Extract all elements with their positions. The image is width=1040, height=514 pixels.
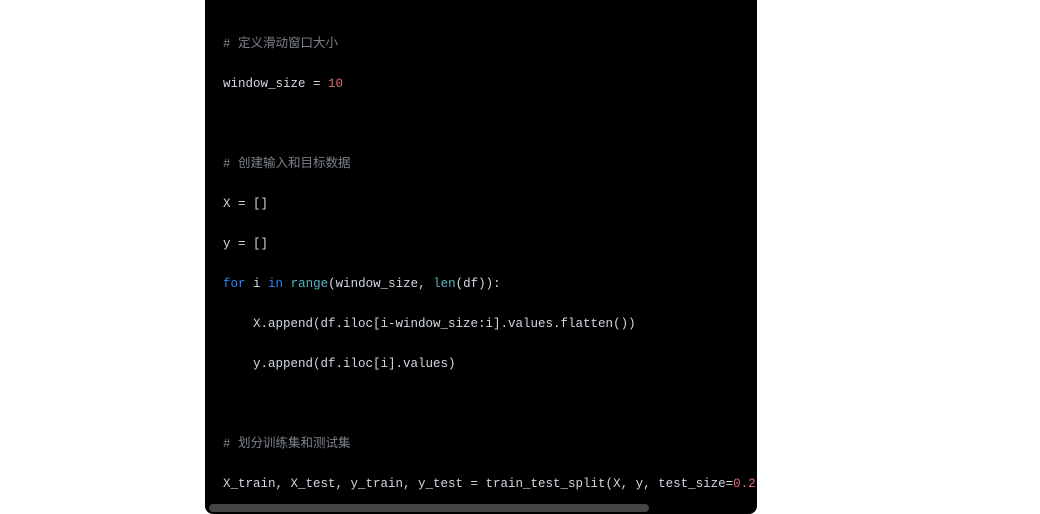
- code-number: 10: [328, 77, 343, 91]
- code-token: X.append(df.iloc[i-window_size:i].values…: [223, 317, 636, 331]
- code-token: [283, 277, 291, 291]
- horizontal-scrollbar[interactable]: [209, 504, 649, 512]
- code-comment: # 创建输入和目标数据: [223, 157, 351, 171]
- code-token: y.append(df.iloc[i].values): [223, 357, 456, 371]
- code-number: 0.2: [733, 477, 756, 491]
- code-keyword: for: [223, 277, 246, 291]
- code-token: (window_size,: [328, 277, 433, 291]
- code-token: (df)):: [456, 277, 501, 291]
- code-token: , ran: [756, 477, 757, 491]
- code-token: X_train, X_test, y_train, y_test = train…: [223, 477, 733, 491]
- code-comment: # 划分训练集和测试集: [223, 437, 351, 451]
- code-token: i: [246, 277, 269, 291]
- code-token: = []: [231, 197, 269, 211]
- code-block: # 定义滑动窗口大小 window_size = 10 # 创建输入和目标数据 …: [205, 0, 757, 514]
- code-comment: # 定义滑动窗口大小: [223, 37, 338, 51]
- code-token: y: [223, 237, 231, 251]
- code-token: X: [223, 197, 231, 211]
- code-builtin: range: [291, 277, 329, 291]
- code-keyword: in: [268, 277, 283, 291]
- code-builtin: len: [433, 277, 456, 291]
- code-token: =: [306, 77, 329, 91]
- code-token: = []: [231, 237, 269, 251]
- code-content[interactable]: # 定义滑动窗口大小 window_size = 10 # 创建输入和目标数据 …: [205, 0, 757, 514]
- code-token: window_size: [223, 77, 306, 91]
